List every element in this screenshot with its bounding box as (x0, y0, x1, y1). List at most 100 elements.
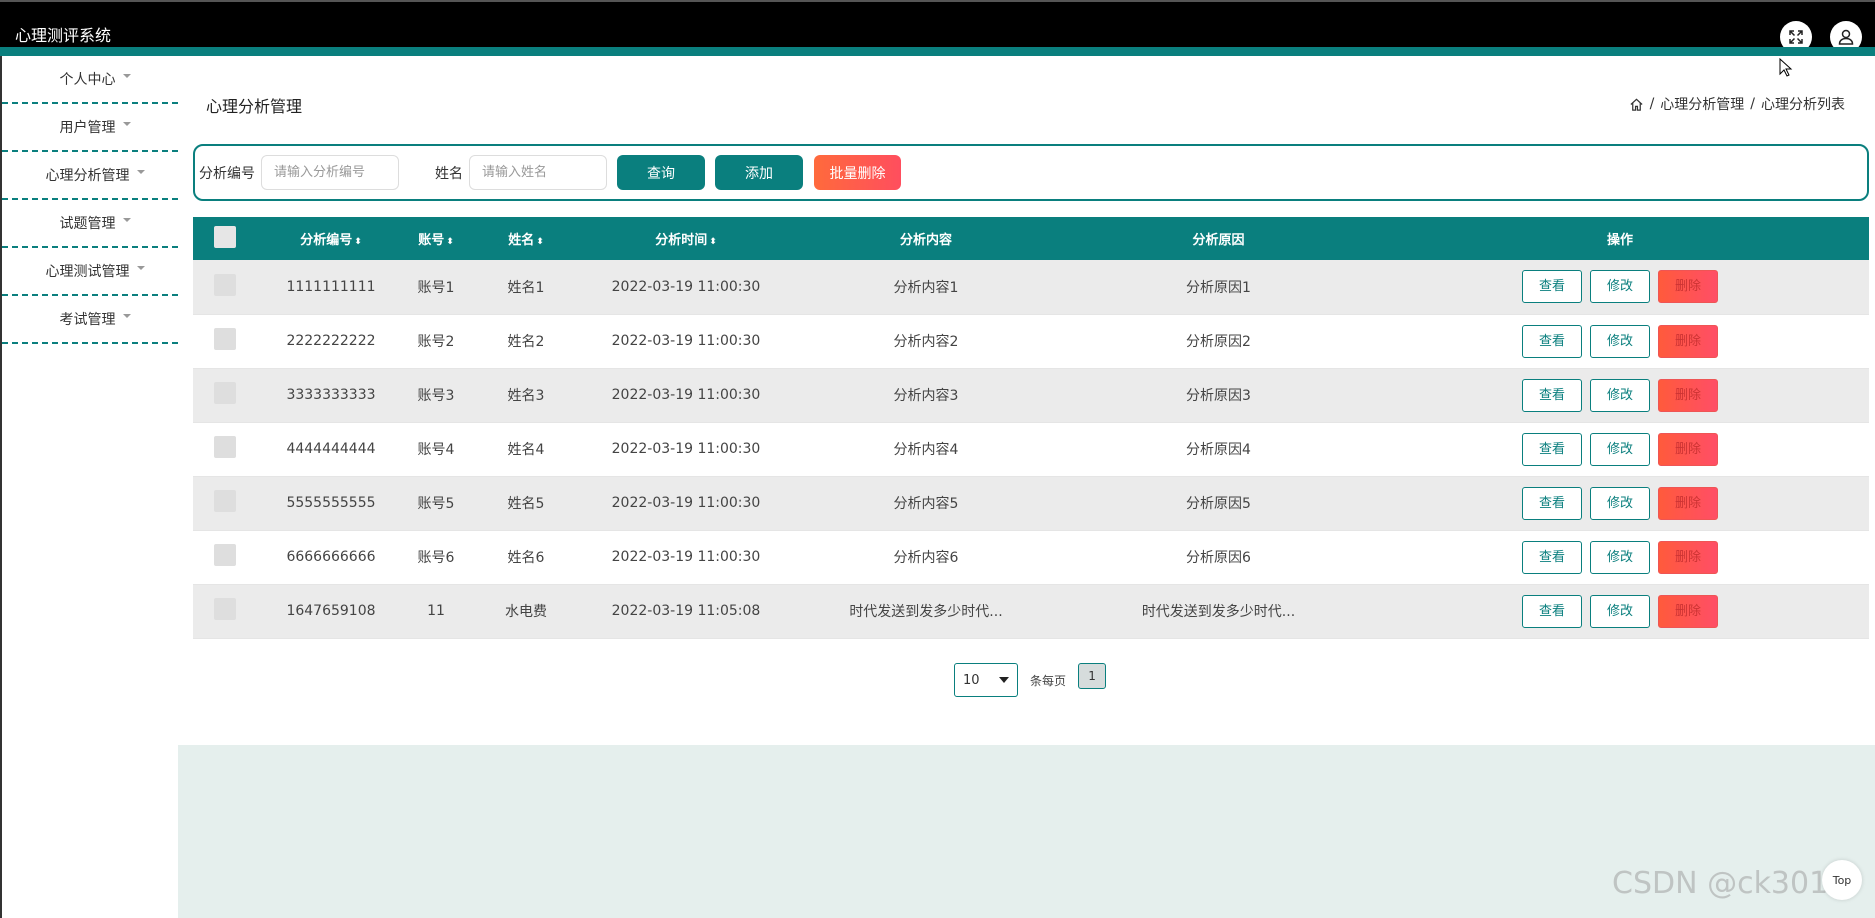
cell-account: 账号6 (417, 550, 455, 566)
column-header-content: 分析内容 (899, 233, 952, 248)
cell-reason: 分析原因4 (1186, 442, 1251, 458)
column-header-time[interactable]: 分析时间 ⬍ (586, 217, 786, 260)
caret-down-icon (122, 122, 131, 126)
cell-reason: 分析原因1 (1186, 279, 1251, 296)
sidebar-item-exam-management[interactable]: 考试管理 (2, 296, 178, 344)
cell-actions: 查看 修改 删除 (1371, 530, 1869, 584)
row-checkbox[interactable] (213, 436, 236, 458)
cell-content: 分析内容3 (893, 388, 959, 404)
column-header-account[interactable]: 账号 ⬍ (406, 217, 466, 260)
table-row: 1111111111 账号1 姓名1 2022-03-19 11:00:30 分析内容1… (193, 260, 1869, 314)
row-checkbox[interactable] (213, 490, 236, 512)
cell-account: 账号3 (417, 388, 455, 404)
row-checkbox[interactable] (213, 273, 236, 296)
table-row: 5555555555 账号5 姓名5 2022-03-19 11:00:30 分析内容5… (193, 476, 1869, 530)
delete-button[interactable]: 删除 (1658, 540, 1718, 574)
view-button[interactable]: 查看 (1522, 378, 1582, 412)
query-button[interactable]: 查询 (617, 155, 705, 190)
cell-account: 11 (427, 603, 445, 619)
row-checkbox[interactable] (213, 328, 236, 350)
sort-icon: ⬍ (446, 237, 454, 247)
column-header-actions: 操作 (1606, 233, 1633, 248)
edit-button[interactable]: 修改 (1590, 594, 1650, 628)
cell-time: 2022-03-19 11:00:30 (611, 387, 761, 403)
cell-code: 1111111111 (286, 278, 376, 295)
sidebar-item-label: 用户管理 (59, 120, 116, 136)
cell-name: 姓名4 (507, 442, 545, 458)
expand-icon (1789, 30, 1803, 44)
cell-name: 姓名2 (507, 334, 545, 350)
caret-down-icon (136, 266, 145, 270)
cell-name: 姓名1 (507, 279, 545, 296)
caret-down-icon (122, 74, 131, 78)
view-button[interactable]: 查看 (1522, 324, 1582, 358)
select-all-checkbox[interactable] (213, 225, 236, 248)
cell-time: 2022-03-19 11:00:30 (611, 549, 761, 565)
breadcrumb-separator: / (1649, 96, 1655, 112)
edit-button[interactable]: 修改 (1590, 540, 1650, 574)
cell-content: 时代发送到发多少时代... (849, 604, 1003, 620)
name-search-input[interactable] (469, 155, 607, 190)
view-button[interactable]: 查看 (1522, 486, 1582, 520)
sort-icon: ⬍ (354, 237, 362, 247)
cell-reason: 分析原因6 (1186, 550, 1251, 566)
row-checkbox[interactable] (213, 544, 236, 566)
per-page-label: 条每页 (1030, 673, 1067, 688)
cell-time: 2022-03-19 11:00:30 (611, 441, 761, 457)
watermark: CSDN @ck3018 (1612, 866, 1848, 901)
code-search-input[interactable] (261, 155, 399, 190)
cell-time: 2022-03-19 11:05:08 (611, 603, 761, 619)
cell-code: 3333333333 (286, 387, 376, 403)
cell-actions: 查看 修改 删除 (1371, 476, 1869, 530)
row-checkbox[interactable] (213, 598, 236, 620)
cell-name: 姓名3 (507, 388, 545, 404)
edit-button[interactable]: 修改 (1590, 378, 1650, 412)
sidebar-item-question-management[interactable]: 试题管理 (2, 200, 178, 248)
sidebar-item-analysis-management[interactable]: 心理分析管理 (2, 152, 178, 200)
cell-account: 账号2 (417, 334, 455, 350)
back-to-top-button[interactable]: Top (1822, 860, 1862, 900)
delete-button[interactable]: 删除 (1658, 486, 1718, 520)
sidebar-item-label: 考试管理 (59, 312, 116, 328)
caret-down-icon (136, 170, 145, 174)
sidebar-item-personal-center[interactable]: 个人中心 (2, 56, 178, 104)
cell-time: 2022-03-19 11:00:30 (611, 333, 761, 349)
column-header-code[interactable]: 分析编号 ⬍ (256, 217, 406, 260)
cell-actions: 查看 修改 删除 (1371, 260, 1869, 314)
breadcrumb-level2: 心理分析列表 (1761, 97, 1845, 113)
home-icon[interactable] (1629, 97, 1644, 112)
delete-button[interactable]: 删除 (1658, 378, 1718, 412)
edit-button[interactable]: 修改 (1590, 324, 1650, 358)
sidebar-item-user-management[interactable]: 用户管理 (2, 104, 178, 152)
column-header-name[interactable]: 姓名 ⬍ (466, 217, 586, 260)
breadcrumb-level1[interactable]: 心理分析管理 (1660, 94, 1744, 114)
table-row: 4444444444 账号4 姓名4 2022-03-19 11:00:30 分析内容4… (193, 422, 1869, 476)
view-button[interactable]: 查看 (1522, 270, 1582, 304)
add-button[interactable]: 添加 (715, 155, 803, 190)
cell-code: 5555555555 (286, 495, 376, 511)
cell-name: 水电费 (505, 604, 547, 620)
cell-content: 分析内容5 (893, 496, 959, 512)
delete-button[interactable]: 删除 (1658, 324, 1718, 358)
page-number-button[interactable]: 1 (1078, 663, 1107, 689)
edit-button[interactable]: 修改 (1590, 432, 1650, 466)
delete-button[interactable]: 删除 (1658, 432, 1718, 466)
delete-button[interactable]: 删除 (1658, 270, 1718, 304)
page-size-select[interactable]: 10 (954, 663, 1018, 697)
cell-reason: 分析原因3 (1186, 388, 1251, 404)
cell-reason: 分析原因5 (1186, 496, 1251, 512)
cell-time: 2022-03-19 11:00:30 (611, 278, 761, 295)
delete-button[interactable]: 删除 (1658, 594, 1718, 628)
view-button[interactable]: 查看 (1522, 594, 1582, 628)
row-checkbox[interactable] (213, 382, 236, 404)
cell-code: 2222222222 (286, 333, 376, 349)
batch-delete-button[interactable]: 批量删除 (814, 155, 901, 190)
table-row: 1647659108 11 水电费 2022-03-19 11:05:08 时代发送到发… (193, 584, 1869, 638)
sidebar-item-test-management[interactable]: 心理测试管理 (2, 248, 178, 296)
view-button[interactable]: 查看 (1522, 540, 1582, 574)
view-button[interactable]: 查看 (1522, 432, 1582, 466)
table-row: 2222222222 账号2 姓名2 2022-03-19 11:00:30 分析内容2… (193, 314, 1869, 368)
edit-button[interactable]: 修改 (1590, 270, 1650, 304)
top-bar: 心理测评系统 (0, 0, 1875, 56)
edit-button[interactable]: 修改 (1590, 486, 1650, 520)
